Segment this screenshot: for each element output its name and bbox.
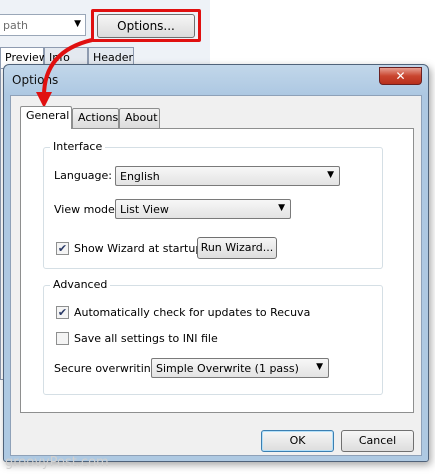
ok-button[interactable]: OK xyxy=(261,430,334,452)
interface-group: Interface Language: English ▼ View mode … xyxy=(43,140,383,269)
advanced-group: Advanced ✔ Automatically check for updat… xyxy=(43,278,383,395)
run-wizard-button[interactable]: Run Wizard... xyxy=(197,237,277,259)
path-combo[interactable]: path ▼ xyxy=(0,14,86,36)
auto-update-label: Automatically check for updates to Recuv… xyxy=(74,306,311,319)
general-tab-panel: Interface Language: English ▼ View mode … xyxy=(20,128,414,413)
tab-general[interactable]: General xyxy=(20,106,72,129)
view-mode-label: View mode xyxy=(54,203,115,216)
close-icon: ✕ xyxy=(395,69,406,83)
show-wizard-label: Show Wizard at startup xyxy=(74,242,203,255)
tab-actions[interactable]: Actions xyxy=(72,108,119,128)
ini-checkbox[interactable] xyxy=(56,332,69,345)
language-select-value: English xyxy=(120,170,160,183)
dialog-client: General Actions About Interface Language… xyxy=(10,95,422,456)
secure-overwrite-select-value: Simple Overwrite (1 pass) xyxy=(156,362,299,375)
language-select[interactable]: English ▼ xyxy=(115,166,340,186)
interface-group-label: Interface xyxy=(50,140,106,153)
show-wizard-checkbox[interactable]: ✔ xyxy=(56,242,69,255)
checkmark-icon: ✔ xyxy=(57,306,68,319)
cancel-button[interactable]: Cancel xyxy=(341,430,414,452)
view-mode-select-value: List View xyxy=(120,203,169,216)
language-label: Language: xyxy=(54,169,112,182)
view-mode-select[interactable]: List View ▼ xyxy=(115,199,291,219)
chevron-down-icon: ▼ xyxy=(278,203,285,213)
dialog-title: Options xyxy=(12,73,59,87)
checkmark-icon: ✔ xyxy=(57,242,68,255)
watermark: groovyPost.com xyxy=(5,455,109,470)
secure-overwrite-label: Secure overwriting xyxy=(54,362,158,375)
options-highlight-box xyxy=(91,9,201,42)
tab-about[interactable]: About xyxy=(119,108,160,128)
advanced-group-label: Advanced xyxy=(50,278,111,291)
ini-label: Save all settings to INI file xyxy=(74,332,218,345)
options-dialog: Options ✕ General Actions About Interfac… xyxy=(3,64,429,462)
chevron-down-icon: ▼ xyxy=(327,170,334,180)
secure-overwrite-select[interactable]: Simple Overwrite (1 pass) ▼ xyxy=(151,358,329,378)
chevron-down-icon: ▼ xyxy=(74,19,81,29)
close-button[interactable]: ✕ xyxy=(379,67,422,85)
path-combo-text: path xyxy=(3,19,29,32)
chevron-down-icon: ▼ xyxy=(316,362,323,372)
auto-update-checkbox[interactable]: ✔ xyxy=(56,306,69,319)
